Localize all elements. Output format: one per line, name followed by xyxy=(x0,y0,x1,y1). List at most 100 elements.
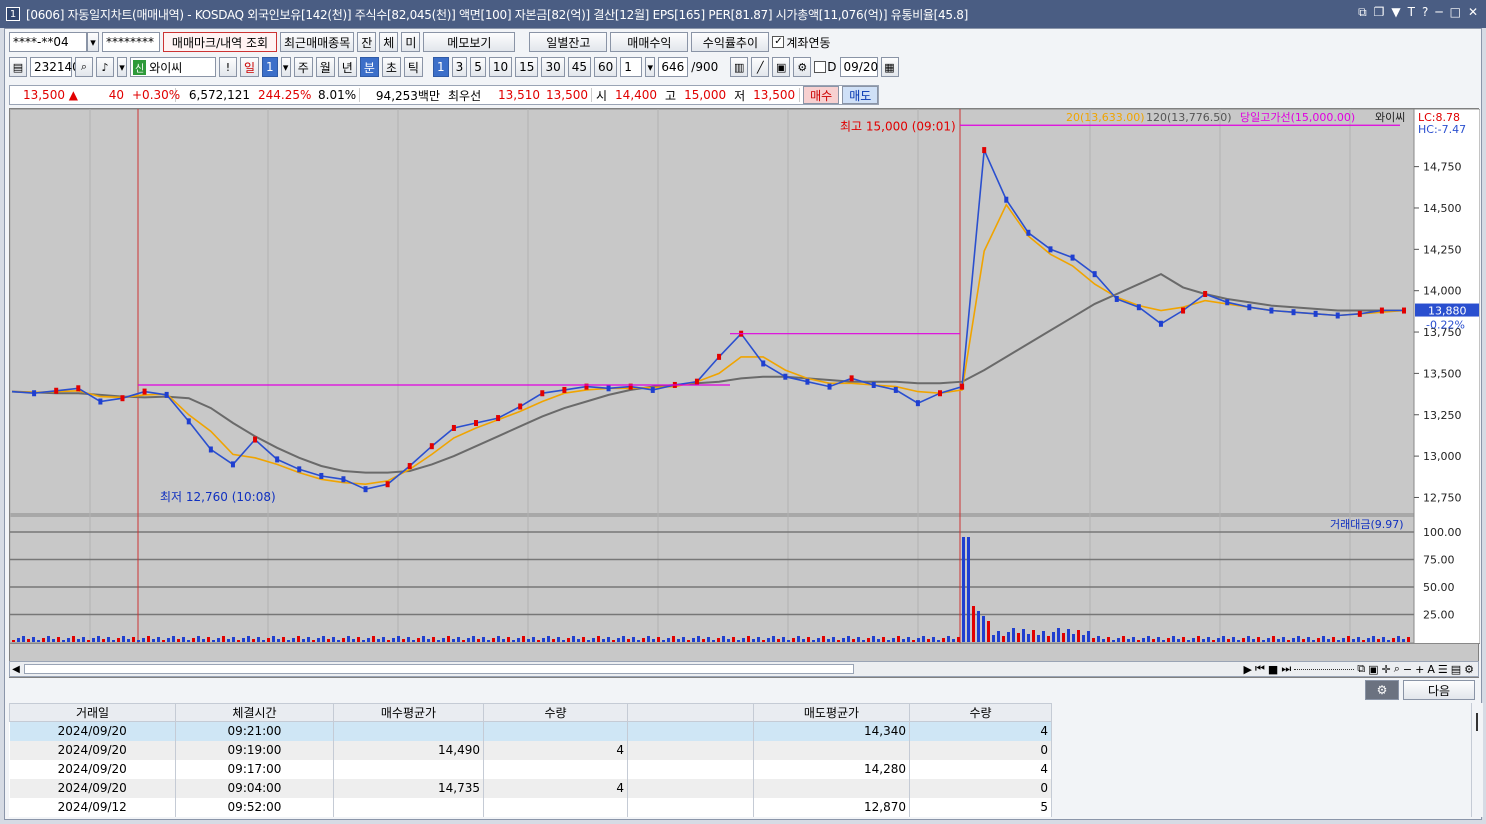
chevron-down-icon[interactable]: ▾ xyxy=(117,57,127,77)
date-input[interactable]: 09/20 xyxy=(839,57,878,77)
check-icon[interactable]: ✓ xyxy=(772,36,785,48)
interval-10-button[interactable]: 10 xyxy=(488,57,513,77)
table-row[interactable]: 2024/09/20 09:21:00 14,340 4 xyxy=(9,721,1052,741)
trade-profit-button[interactable]: 매매수익 xyxy=(610,32,689,52)
pin-icon[interactable]: ▼ xyxy=(1391,5,1400,20)
volume-bar xyxy=(1347,636,1350,642)
stop-icon[interactable]: ■ xyxy=(1268,663,1278,676)
interval-15-button[interactable]: 15 xyxy=(515,57,539,77)
col-trade-date[interactable]: 거래일 xyxy=(9,703,176,722)
period-minute-button[interactable]: 분 xyxy=(359,57,379,77)
period-year-button[interactable]: 년 xyxy=(337,57,357,77)
daily-balance-button[interactable]: 일별잔고 xyxy=(529,32,608,52)
view-count-input[interactable]: 646 xyxy=(658,57,689,77)
chart-canvas[interactable]: 14,75014,50014,25014,00013,75013,50013,2… xyxy=(9,108,1481,658)
balance-button[interactable]: 잔 xyxy=(357,32,377,52)
minimize-icon[interactable]: ─ xyxy=(1435,5,1442,20)
gear-icon[interactable]: ⚙ xyxy=(1464,663,1474,676)
window-number-badge[interactable]: 1 xyxy=(6,7,20,21)
volume-bar xyxy=(532,637,535,642)
draw-line-icon[interactable]: ╱ xyxy=(751,57,770,77)
sound-icon[interactable]: ♪ xyxy=(96,57,114,77)
volume-bar xyxy=(902,639,905,642)
search-icon[interactable]: ⌕ xyxy=(75,57,93,77)
interval-30-button[interactable]: 30 xyxy=(541,57,565,77)
skip-start-icon[interactable]: ⏮ xyxy=(1255,662,1265,676)
return-trend-button[interactable]: 수익률추이 xyxy=(691,32,770,52)
period-tick-button[interactable]: 틱 xyxy=(403,57,423,77)
period-day-button[interactable]: 일 xyxy=(240,57,260,77)
period-week-button[interactable]: 주 xyxy=(293,57,313,77)
account-input[interactable]: ****-**04 xyxy=(9,32,87,52)
interval-1-button[interactable]: 1 xyxy=(432,57,449,77)
volume-bar xyxy=(77,639,80,642)
zoom-icon[interactable]: ⌕ xyxy=(1394,662,1400,676)
plus-icon[interactable]: + xyxy=(1415,663,1424,676)
trade-mark-button[interactable]: 매매마크/내역 조회 xyxy=(163,32,277,52)
col-buy-avg[interactable]: 매수평균가 xyxy=(333,703,484,722)
zoom-slider[interactable] xyxy=(1294,668,1355,670)
col-exec-time[interactable]: 체결시간 xyxy=(175,703,334,722)
stock-code-input[interactable]: 232140 xyxy=(30,57,80,77)
help-icon[interactable]: ? xyxy=(1422,5,1428,20)
interval-60-button[interactable]: 60 xyxy=(594,57,618,77)
window-icon[interactable]: ⧉ xyxy=(1357,662,1365,676)
memo-button[interactable]: 메모보기 xyxy=(423,32,516,52)
recent-trades-button[interactable]: 최근매매종목 xyxy=(280,32,355,52)
chart-scrollbar[interactable]: ◀ ▶ ⏮ ■ ⏭ ⧉ ▣ ✛ ⌕ − + A ☰ ▤ ⚙ xyxy=(9,661,1479,677)
alert-button[interactable]: ! xyxy=(219,57,237,77)
period-month-button[interactable]: 월 xyxy=(315,57,335,77)
play-icon[interactable]: ▶ xyxy=(1244,663,1252,676)
buy-button[interactable]: 매수 xyxy=(803,86,840,104)
scroll-thumb[interactable] xyxy=(24,664,854,674)
col-sell-avg[interactable]: 매도평균가 xyxy=(753,703,910,722)
interval-3-button[interactable]: 3 xyxy=(451,57,468,77)
link-icon[interactable]: ⧉ xyxy=(1358,5,1367,20)
executed-button[interactable]: 체 xyxy=(379,32,399,52)
text-icon[interactable]: A xyxy=(1427,663,1435,676)
table-row[interactable]: 2024/09/20 09:04:00 14,735 4 0 xyxy=(9,778,1052,798)
interval-5-button[interactable]: 5 xyxy=(470,57,486,77)
minus-icon[interactable]: − xyxy=(1403,663,1412,676)
scroll-left-icon[interactable]: ◀ xyxy=(10,664,22,675)
count-select[interactable]: 1 xyxy=(620,57,643,77)
price-chart[interactable]: 14,750 14,500 14,250 14,000 13,750 13,500 13,2… xyxy=(9,108,1481,678)
day-count-select[interactable]: 1 xyxy=(262,57,278,77)
date-checkbox[interactable]: D xyxy=(814,60,837,74)
col-buy-qty[interactable]: 수량 xyxy=(483,703,628,722)
sell-button[interactable]: 매도 xyxy=(842,86,879,104)
close-icon[interactable]: ✕ xyxy=(1468,5,1478,20)
chevron-down-icon[interactable]: ▾ xyxy=(87,32,99,52)
save-icon[interactable]: ▣ xyxy=(772,57,791,77)
unfilled-button[interactable]: 미 xyxy=(401,32,421,52)
next-page-button[interactable]: 다음 xyxy=(1403,680,1475,700)
scroll-thumb[interactable] xyxy=(1476,713,1478,731)
table-scrollbar[interactable] xyxy=(1471,703,1483,817)
book-icon[interactable]: ▤ xyxy=(9,57,27,77)
col-sell-qty[interactable]: 수량 xyxy=(909,703,1052,722)
volume-bar xyxy=(22,636,25,642)
maximize-icon[interactable]: □ xyxy=(1450,5,1461,20)
interval-45-button[interactable]: 45 xyxy=(567,57,592,77)
skip-end-icon[interactable]: ⏭ xyxy=(1281,662,1291,676)
account-link-checkbox[interactable]: ✓ 계좌연동 xyxy=(772,34,831,51)
gear-icon[interactable]: ⚙ xyxy=(793,57,812,77)
restore-icon[interactable]: ❐ xyxy=(1374,5,1385,20)
stock-name-field[interactable]: 신 와이씨 xyxy=(130,57,216,77)
crosshair-icon[interactable]: ✛ xyxy=(1381,663,1390,676)
table-row[interactable]: 2024/09/20 09:19:00 14,490 4 0 xyxy=(9,740,1052,760)
calendar-icon[interactable]: ▦ xyxy=(880,57,899,77)
chevron-down-icon[interactable]: ▾ xyxy=(645,57,656,77)
chevron-down-icon[interactable]: ▾ xyxy=(280,57,291,77)
chart-type-icon[interactable]: ▥ xyxy=(730,57,749,77)
volume-bar xyxy=(497,636,500,642)
period-second-button[interactable]: 초 xyxy=(381,57,401,77)
layout-icon[interactable]: ▣ xyxy=(1368,663,1378,676)
table-row[interactable]: 2024/09/12 09:52:00 12,870 5 xyxy=(9,797,1052,817)
table-settings-button[interactable]: ⚙ xyxy=(1365,680,1399,700)
font-icon[interactable]: T xyxy=(1408,5,1415,20)
print-icon[interactable]: ▤ xyxy=(1451,663,1461,676)
table-row[interactable]: 2024/09/20 09:17:00 14,280 4 xyxy=(9,759,1052,779)
password-input[interactable]: ******** xyxy=(102,32,160,52)
list-icon[interactable]: ☰ xyxy=(1438,663,1448,676)
